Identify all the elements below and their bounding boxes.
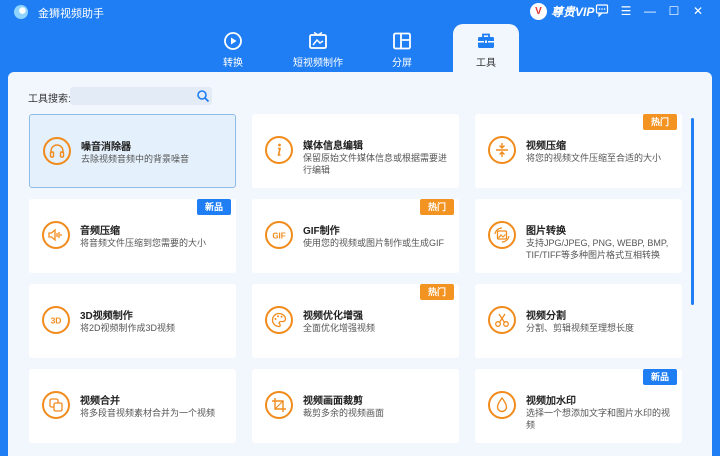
- svg-text:GIF: GIF: [272, 232, 285, 241]
- 3d-icon: 3D: [42, 306, 70, 334]
- tool-title: 视频合并: [80, 396, 120, 407]
- image-convert-icon: [488, 221, 516, 249]
- app-title: 金狮视频助手: [38, 8, 104, 20]
- split-screen-icon: [393, 32, 411, 50]
- feedback-icon[interactable]: [594, 3, 610, 19]
- tool-card-video-watermark[interactable]: 视频加水印 选择一个想添加文字和图片水印的视频 新品: [475, 369, 682, 443]
- title-bar: 金狮视频助手 V 尊贵VIP ☰ — ☐ ✕: [0, 0, 720, 24]
- hot-badge: 热门: [643, 114, 677, 130]
- palette-icon: [265, 306, 293, 334]
- maximize-button[interactable]: ☐: [666, 3, 682, 19]
- tool-card-video-crop[interactable]: 视频画面裁剪 裁剪多余的视频画面: [252, 369, 459, 443]
- tool-description: 将音频文件压缩到您需要的大小: [80, 238, 207, 248]
- tab-label: 工具: [476, 58, 496, 69]
- tab-label: 分屏: [392, 58, 412, 69]
- tool-description: 将您的视频文件压缩至合适的大小: [526, 153, 662, 163]
- app-logo-icon: [14, 5, 28, 19]
- tool-description: 保留原始文件媒体信息或根据需要进行编辑: [303, 153, 448, 175]
- gif-icon: GIF: [265, 221, 293, 249]
- search-label: 工具搜索:: [28, 94, 71, 105]
- tab-label: 短视频制作: [293, 58, 343, 69]
- tool-title: 图片转换: [526, 226, 566, 237]
- tab-tools[interactable]: 工具: [453, 24, 519, 72]
- tool-card-3d-video[interactable]: 3D 3D视频制作 将2D视频制作成3D视频: [29, 284, 236, 358]
- new-badge: 新品: [197, 199, 231, 215]
- vip-button[interactable]: V 尊贵VIP: [530, 3, 594, 20]
- tool-card-video-compress[interactable]: 视频压缩 将您的视频文件压缩至合适的大小 热门: [475, 114, 682, 188]
- tool-description: 将多段音视频素材合并为一个视频: [80, 408, 216, 418]
- tool-title: 噪音消除器: [81, 142, 131, 153]
- tool-card-media-info[interactable]: 媒体信息编辑 保留原始文件媒体信息或根据需要进行编辑: [252, 114, 459, 188]
- search-icon[interactable]: [196, 89, 210, 103]
- menu-icon[interactable]: ☰: [618, 3, 634, 19]
- tool-title: 视频压缩: [526, 141, 566, 152]
- tool-card-image-convert[interactable]: 图片转换 支持JPG/JPEG, PNG, WEBP, BMP, TIF/TIF…: [475, 199, 682, 273]
- tool-title: 视频加水印: [526, 396, 576, 407]
- scrollbar[interactable]: [691, 118, 694, 305]
- close-button[interactable]: ✕: [690, 3, 706, 19]
- watermark-icon: [488, 391, 516, 419]
- tool-description: 去除视频音频中的背景噪音: [81, 154, 190, 164]
- tool-card-noise-remover[interactable]: 噪音消除器 去除视频音频中的背景噪音: [29, 114, 236, 188]
- tool-title: 视频优化增强: [303, 311, 363, 322]
- tool-description: 全面优化增强视频: [303, 323, 376, 333]
- tool-title: 3D视频制作: [80, 311, 133, 322]
- tool-description: 使用您的视频或图片制作或生成GIF: [303, 238, 444, 248]
- tool-title: 音频压缩: [80, 226, 120, 237]
- short-video-icon: [309, 31, 327, 49]
- tool-description: 裁剪多余的视频画面: [303, 408, 385, 418]
- tool-card-video-merge[interactable]: 视频合并 将多段音视频素材合并为一个视频: [29, 369, 236, 443]
- tool-description: 支持JPG/JPEG, PNG, WEBP, BMP, TIF/TIFF等多种图…: [526, 238, 669, 260]
- compress-icon: [488, 136, 516, 164]
- tools-panel: 工具搜索: 噪音消除器 去除视频音频中的背景噪音 媒体信息编辑 保留原始文件媒体…: [8, 72, 712, 456]
- tool-card-video-split[interactable]: 视频分割 分割、剪辑视频至理想长度: [475, 284, 682, 358]
- search-input[interactable]: [70, 87, 212, 105]
- tool-description: 将2D视频制作成3D视频: [80, 323, 176, 333]
- new-badge: 新品: [643, 369, 677, 385]
- audio-compress-icon: [42, 221, 70, 249]
- tool-title: 视频分割: [526, 311, 566, 322]
- vip-label: 尊贵VIP: [551, 5, 595, 19]
- headphones-icon: [43, 137, 71, 165]
- tool-description: 分割、剪辑视频至理想长度: [526, 323, 635, 333]
- tool-title: GIF制作: [303, 226, 340, 237]
- minimize-button[interactable]: —: [642, 3, 658, 19]
- convert-icon: [224, 32, 242, 50]
- info-icon: [265, 136, 293, 164]
- svg-text:3D: 3D: [51, 316, 62, 326]
- tool-card-gif-maker[interactable]: GIF GIF制作 使用您的视频或图片制作或生成GIF 热门: [252, 199, 459, 273]
- tool-card-video-enhance[interactable]: 视频优化增强 全面优化增强视频 热门: [252, 284, 459, 358]
- toolbox-icon: [478, 33, 494, 48]
- tool-title: 媒体信息编辑: [303, 141, 363, 152]
- merge-icon: [42, 391, 70, 419]
- vip-badge-icon: V: [530, 3, 547, 20]
- tab-short-video[interactable]: 短视频制作: [285, 24, 351, 72]
- scissors-icon: [488, 306, 516, 334]
- hot-badge: 热门: [420, 199, 454, 215]
- tool-title: 视频画面裁剪: [303, 396, 363, 407]
- tool-card-audio-compress[interactable]: 音频压缩 将音频文件压缩到您需要的大小 新品: [29, 199, 236, 273]
- tool-description: 选择一个想添加文字和图片水印的视频: [526, 408, 671, 430]
- crop-icon: [265, 391, 293, 419]
- tab-convert[interactable]: 转换: [200, 24, 266, 72]
- hot-badge: 热门: [420, 284, 454, 300]
- tab-label: 转换: [223, 58, 243, 69]
- tab-split-screen[interactable]: 分屏: [369, 24, 435, 72]
